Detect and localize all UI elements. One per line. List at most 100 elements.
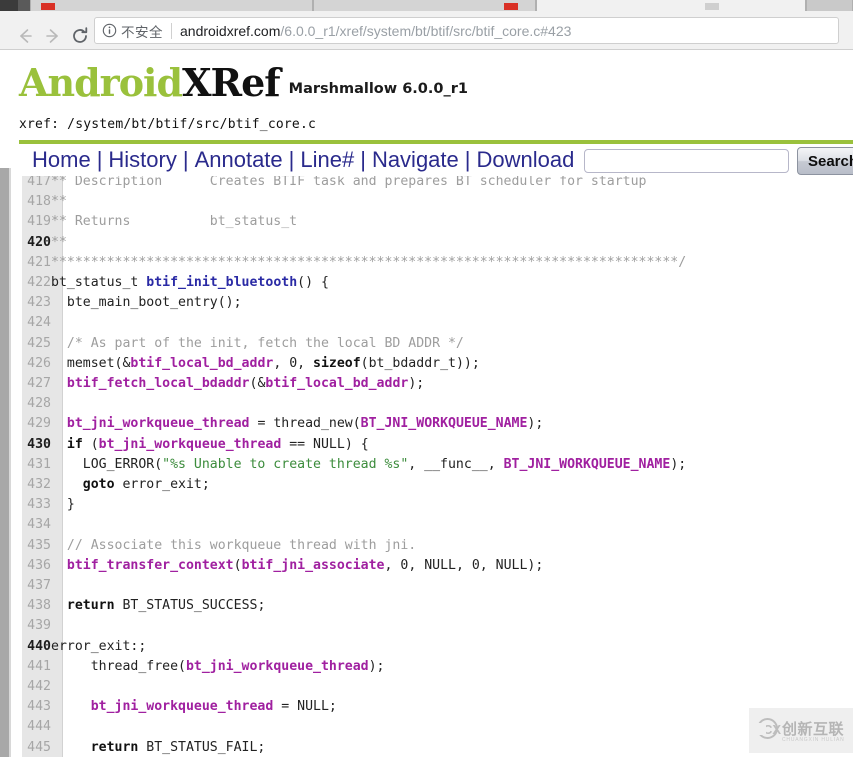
line-number[interactable]: 442 xyxy=(11,677,51,697)
forward-arrow-icon[interactable] xyxy=(42,25,64,47)
code-token: ** xyxy=(51,194,67,210)
line-number[interactable]: 433 xyxy=(11,495,51,515)
code-token: } xyxy=(51,497,75,513)
code-line-source xyxy=(51,313,686,333)
code-line-source: btif_fetch_local_bdaddr(&btif_local_bd_a… xyxy=(51,374,686,394)
menu-item-navigate[interactable]: Navigate xyxy=(372,147,459,172)
reload-icon[interactable] xyxy=(69,25,91,47)
line-number[interactable]: 430 xyxy=(11,435,51,455)
code-token: goto xyxy=(82,477,115,493)
line-number[interactable]: 426 xyxy=(11,354,51,374)
line-number[interactable]: 445 xyxy=(11,738,51,757)
code-token[interactable]: BT_JNI_WORKQUEUE_NAME xyxy=(361,416,528,431)
android-version-label: Marshmallow 6.0.0_r1 xyxy=(288,81,468,97)
code-token[interactable]: btif_local_bd_addr xyxy=(265,376,408,391)
line-number[interactable]: 419 xyxy=(11,212,51,232)
code-token: ** xyxy=(51,234,67,250)
menu-item-history[interactable]: History xyxy=(108,147,176,172)
code-table: 417 ** Description Creates BTIF task and … xyxy=(11,176,686,757)
code-line: 437 xyxy=(11,576,686,596)
code-token: error_exit xyxy=(51,638,131,654)
watermark-logo-icon: CX xyxy=(756,718,781,739)
code-token[interactable]: bt_jni_workqueue_thread xyxy=(99,437,282,452)
browser-tab[interactable] xyxy=(806,0,853,11)
line-number[interactable]: 441 xyxy=(11,657,51,677)
code-token: ( xyxy=(82,436,99,452)
line-number[interactable]: 434 xyxy=(11,515,51,535)
back-arrow-icon[interactable] xyxy=(14,25,36,47)
line-number[interactable]: 436 xyxy=(11,556,51,576)
line-number[interactable]: 423 xyxy=(11,293,51,313)
xref-label: xref: xyxy=(19,117,60,132)
code-token[interactable]: bt_jni_workqueue_thread xyxy=(91,699,274,714)
menu-item-annotate[interactable]: Annotate xyxy=(195,147,283,172)
search-button[interactable]: Search xyxy=(797,147,853,175)
code-token[interactable]: btif_init_bluetooth xyxy=(146,275,297,290)
browser-tab-strip xyxy=(0,0,853,11)
code-token: BT_STATUS_SUCCESS; xyxy=(114,598,266,614)
code-token[interactable]: btif_local_bd_addr xyxy=(130,356,273,371)
code-line-source: bt_jni_workqueue_thread = thread_new(BT_… xyxy=(51,414,686,434)
line-number[interactable]: 444 xyxy=(11,717,51,737)
line-number[interactable]: 431 xyxy=(11,455,51,475)
xref-path[interactable]: /system/bt/btif/src/btif_core.c xyxy=(67,117,316,132)
code-line: 418 ** xyxy=(11,192,686,212)
site-logo[interactable]: AndroidXRef Marshmallow 6.0.0_r1 xyxy=(19,60,468,105)
line-number[interactable]: 440 xyxy=(11,637,51,657)
tab-favicon-icon xyxy=(504,3,518,10)
code-token[interactable]: bt_jni_workqueue_thread xyxy=(67,416,250,431)
browser-tab[interactable] xyxy=(313,0,536,11)
line-number[interactable]: 417 xyxy=(11,176,51,192)
code-token[interactable]: btif_fetch_local_bdaddr xyxy=(67,376,250,391)
code-line: 428 xyxy=(11,394,686,414)
menu-item-line-number[interactable]: Line# xyxy=(300,147,354,172)
menu-item-download[interactable]: Download xyxy=(477,147,575,172)
browser-tab-active[interactable] xyxy=(536,0,806,11)
code-line: 441 thread_free(bt_jni_workqueue_thread)… xyxy=(11,657,686,677)
code-token[interactable]: BT_JNI_WORKQUEUE_NAME xyxy=(504,457,671,472)
code-line: 422 bt_status_t btif_init_bluetooth() { xyxy=(11,273,686,293)
line-number[interactable]: 428 xyxy=(11,394,51,414)
line-number[interactable]: 432 xyxy=(11,475,51,495)
code-line-source: btif_transfer_context(btif_jni_associate… xyxy=(51,556,686,576)
browser-tab[interactable] xyxy=(30,0,313,11)
code-line-source xyxy=(51,576,686,596)
watermark: CX 创新互联 CHUANGXIN HULIAN xyxy=(749,708,853,753)
line-number[interactable]: 439 xyxy=(11,616,51,636)
line-number[interactable]: 424 xyxy=(11,313,51,333)
page-left-scroll-strip[interactable] xyxy=(0,168,9,757)
line-number[interactable]: 437 xyxy=(11,576,51,596)
code-token: , __func__, xyxy=(408,456,504,472)
line-number[interactable]: 421 xyxy=(11,253,51,273)
line-number[interactable]: 429 xyxy=(11,414,51,434)
search-input[interactable] xyxy=(584,149,789,173)
line-number[interactable]: 435 xyxy=(11,536,51,556)
line-number[interactable]: 418 xyxy=(11,192,51,212)
code-line-source xyxy=(51,515,686,535)
line-number[interactable]: 443 xyxy=(11,697,51,717)
code-line: 427 btif_fetch_local_bdaddr(&btif_local_… xyxy=(11,374,686,394)
code-token[interactable]: btif_jni_associate xyxy=(242,558,385,573)
code-line: 442 xyxy=(11,677,686,697)
info-circle-icon[interactable] xyxy=(102,23,117,38)
menu-item-home[interactable]: Home xyxy=(32,147,91,172)
code-line: 424 xyxy=(11,313,686,333)
line-number[interactable]: 425 xyxy=(11,334,51,354)
line-number[interactable]: 427 xyxy=(11,374,51,394)
breadcrumb: xref: /system/bt/btif/src/btif_core.c xyxy=(19,117,316,132)
line-number[interactable]: 422 xyxy=(11,273,51,293)
code-line: 426 memset(&btif_local_bd_addr, 0, sizeo… xyxy=(11,354,686,374)
code-token[interactable]: bt_jni_workqueue_thread xyxy=(186,659,369,674)
address-bar[interactable]: 不安全 androidxref.com/6.0.0_r1/xref/system… xyxy=(94,17,839,44)
code-token: BT_STATUS_FAIL; xyxy=(138,739,266,755)
code-token: = thread_new( xyxy=(249,416,361,432)
code-line-source: ** Description Creates BTIF task and pre… xyxy=(51,176,686,192)
code-token: /* As part of the init, fetch the local … xyxy=(51,335,464,351)
line-number[interactable]: 420 xyxy=(11,233,51,253)
code-token[interactable]: btif_transfer_context xyxy=(67,558,234,573)
code-line: 432 goto error_exit; xyxy=(11,475,686,495)
line-number[interactable]: 438 xyxy=(11,596,51,616)
code-line: 420 ** xyxy=(11,233,686,253)
